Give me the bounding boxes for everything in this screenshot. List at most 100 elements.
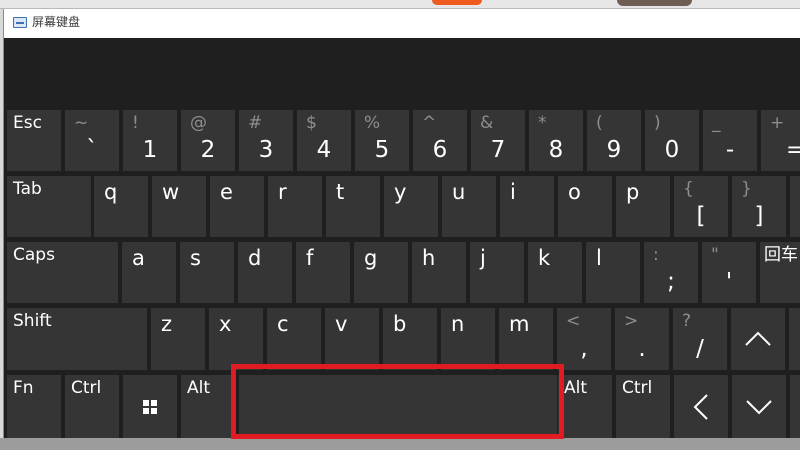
key-arrow-left[interactable] <box>674 375 728 438</box>
key-m[interactable]: m <box>499 308 553 370</box>
key-label: [ <box>696 203 706 229</box>
key-9[interactable]: (9 <box>587 110 641 171</box>
key-label: a <box>132 246 145 270</box>
key-y[interactable]: y <box>384 176 438 237</box>
key-slash[interactable]: ? / <box>673 308 727 370</box>
key-shift-label: ! <box>132 113 139 133</box>
key-r[interactable]: r <box>268 176 322 237</box>
key-i[interactable]: i <box>500 176 554 237</box>
key-e[interactable]: e <box>210 176 264 237</box>
key-quote[interactable]: " ' <box>702 242 756 303</box>
key-arrow-right[interactable] <box>790 375 800 438</box>
key-label: Esc <box>13 113 42 133</box>
key-label: s <box>190 246 201 270</box>
key-shift-label: } <box>741 179 752 199</box>
arrow-up-icon <box>731 308 785 370</box>
key-label: p <box>626 180 640 204</box>
key-s[interactable]: s <box>180 242 234 303</box>
key-shift-left[interactable]: Shift <box>7 308 147 370</box>
key-label: ; <box>667 269 675 295</box>
key-arrow-up[interactable] <box>731 308 785 370</box>
key-ctrl-right[interactable]: Ctrl <box>616 375 670 438</box>
key-shift-label: ^ <box>422 113 437 133</box>
key-7[interactable]: & 7 <box>471 110 525 171</box>
key-period[interactable]: >. <box>615 308 669 370</box>
key-label: w <box>162 180 180 204</box>
key-arrow-down[interactable] <box>732 375 786 438</box>
title-bar[interactable]: 屏幕键盘 <box>4 9 800 38</box>
key-d[interactable]: d <box>238 242 292 303</box>
key-t[interactable]: t <box>326 176 380 237</box>
key-2[interactable]: @2 <box>181 110 235 171</box>
key-label: Ctrl <box>622 378 653 398</box>
key-left-bracket[interactable]: {[ <box>674 176 728 237</box>
key-8[interactable]: * 8 <box>529 110 583 171</box>
key-4[interactable]: $4 <box>297 110 351 171</box>
key-p[interactable]: p <box>616 176 670 237</box>
key-u[interactable]: u <box>442 176 496 237</box>
key-b[interactable]: b <box>383 308 437 370</box>
key-ctrl-left[interactable]: Ctrl <box>65 375 119 438</box>
key-label: o <box>568 180 581 204</box>
key-3[interactable]: #3 <box>239 110 293 171</box>
key-v[interactable]: v <box>325 308 379 370</box>
key-5[interactable]: % 5 <box>355 110 409 171</box>
key-n[interactable]: n <box>441 308 495 370</box>
key-alt-right[interactable]: Alt <box>558 375 612 438</box>
key-comma[interactable]: <, <box>557 308 611 370</box>
key-x[interactable]: x <box>209 308 263 370</box>
key-l[interactable]: l <box>586 242 640 303</box>
key-caps-lock[interactable]: Caps <box>7 242 118 303</box>
key-1[interactable]: ! 1 <box>123 110 177 171</box>
key-label: i <box>510 180 516 204</box>
key-right-bracket[interactable]: }] <box>732 176 786 237</box>
key-6[interactable]: ^ 6 <box>413 110 467 171</box>
key-q[interactable]: q <box>94 176 148 237</box>
key-shift-label: @ <box>190 113 207 133</box>
key-label: h <box>422 246 436 270</box>
key-shift-label: < <box>566 311 581 331</box>
key-shift-label: + <box>770 113 785 133</box>
key-c[interactable]: c <box>267 308 321 370</box>
key-alt-left[interactable]: Alt <box>181 375 235 438</box>
window-title: 屏幕键盘 <box>32 15 81 29</box>
key-label: d <box>248 246 262 270</box>
key-tab[interactable]: Tab <box>7 176 91 237</box>
key-h[interactable]: h <box>412 242 466 303</box>
key-label: Caps <box>13 245 55 265</box>
key-a[interactable]: a <box>122 242 176 303</box>
key-windows[interactable] <box>123 375 177 438</box>
key-label: 0 <box>664 137 680 163</box>
key-label: Shift <box>13 311 52 331</box>
key-label: u <box>452 180 466 204</box>
arrow-down-icon <box>732 375 786 438</box>
key-f[interactable]: f <box>296 242 350 303</box>
key-label: q <box>104 180 118 204</box>
key-z[interactable]: z <box>151 308 205 370</box>
key-label: 9 <box>606 137 622 163</box>
key-shift-label: " <box>711 245 719 265</box>
key-semicolon[interactable]: :; <box>644 242 698 303</box>
key-shift-label: & <box>480 113 494 133</box>
key-0[interactable]: ) 0 <box>645 110 699 171</box>
key-shift-right[interactable] <box>789 308 800 370</box>
key-equals[interactable]: + = <box>761 110 800 171</box>
key-g[interactable]: g <box>354 242 408 303</box>
key-k[interactable]: k <box>528 242 582 303</box>
key-minus[interactable]: _ - <box>703 110 757 171</box>
key-label: Fn <box>13 378 34 398</box>
key-label: Alt <box>187 378 211 398</box>
key-o[interactable]: o <box>558 176 612 237</box>
key-j[interactable]: j <box>470 242 524 303</box>
key-label: m <box>509 312 530 336</box>
key-w[interactable]: w <box>152 176 206 237</box>
key-label: b <box>393 312 407 336</box>
key-esc[interactable]: Esc <box>7 110 61 171</box>
key-label: f <box>306 246 314 270</box>
key-label: l <box>596 246 602 270</box>
key-fn[interactable]: Fn <box>7 375 61 438</box>
key-backquote[interactable]: ~ ` <box>65 110 119 171</box>
key-backslash[interactable] <box>790 176 800 237</box>
key-shift-label: : <box>653 245 659 265</box>
key-enter[interactable]: 回车 <box>760 242 800 303</box>
